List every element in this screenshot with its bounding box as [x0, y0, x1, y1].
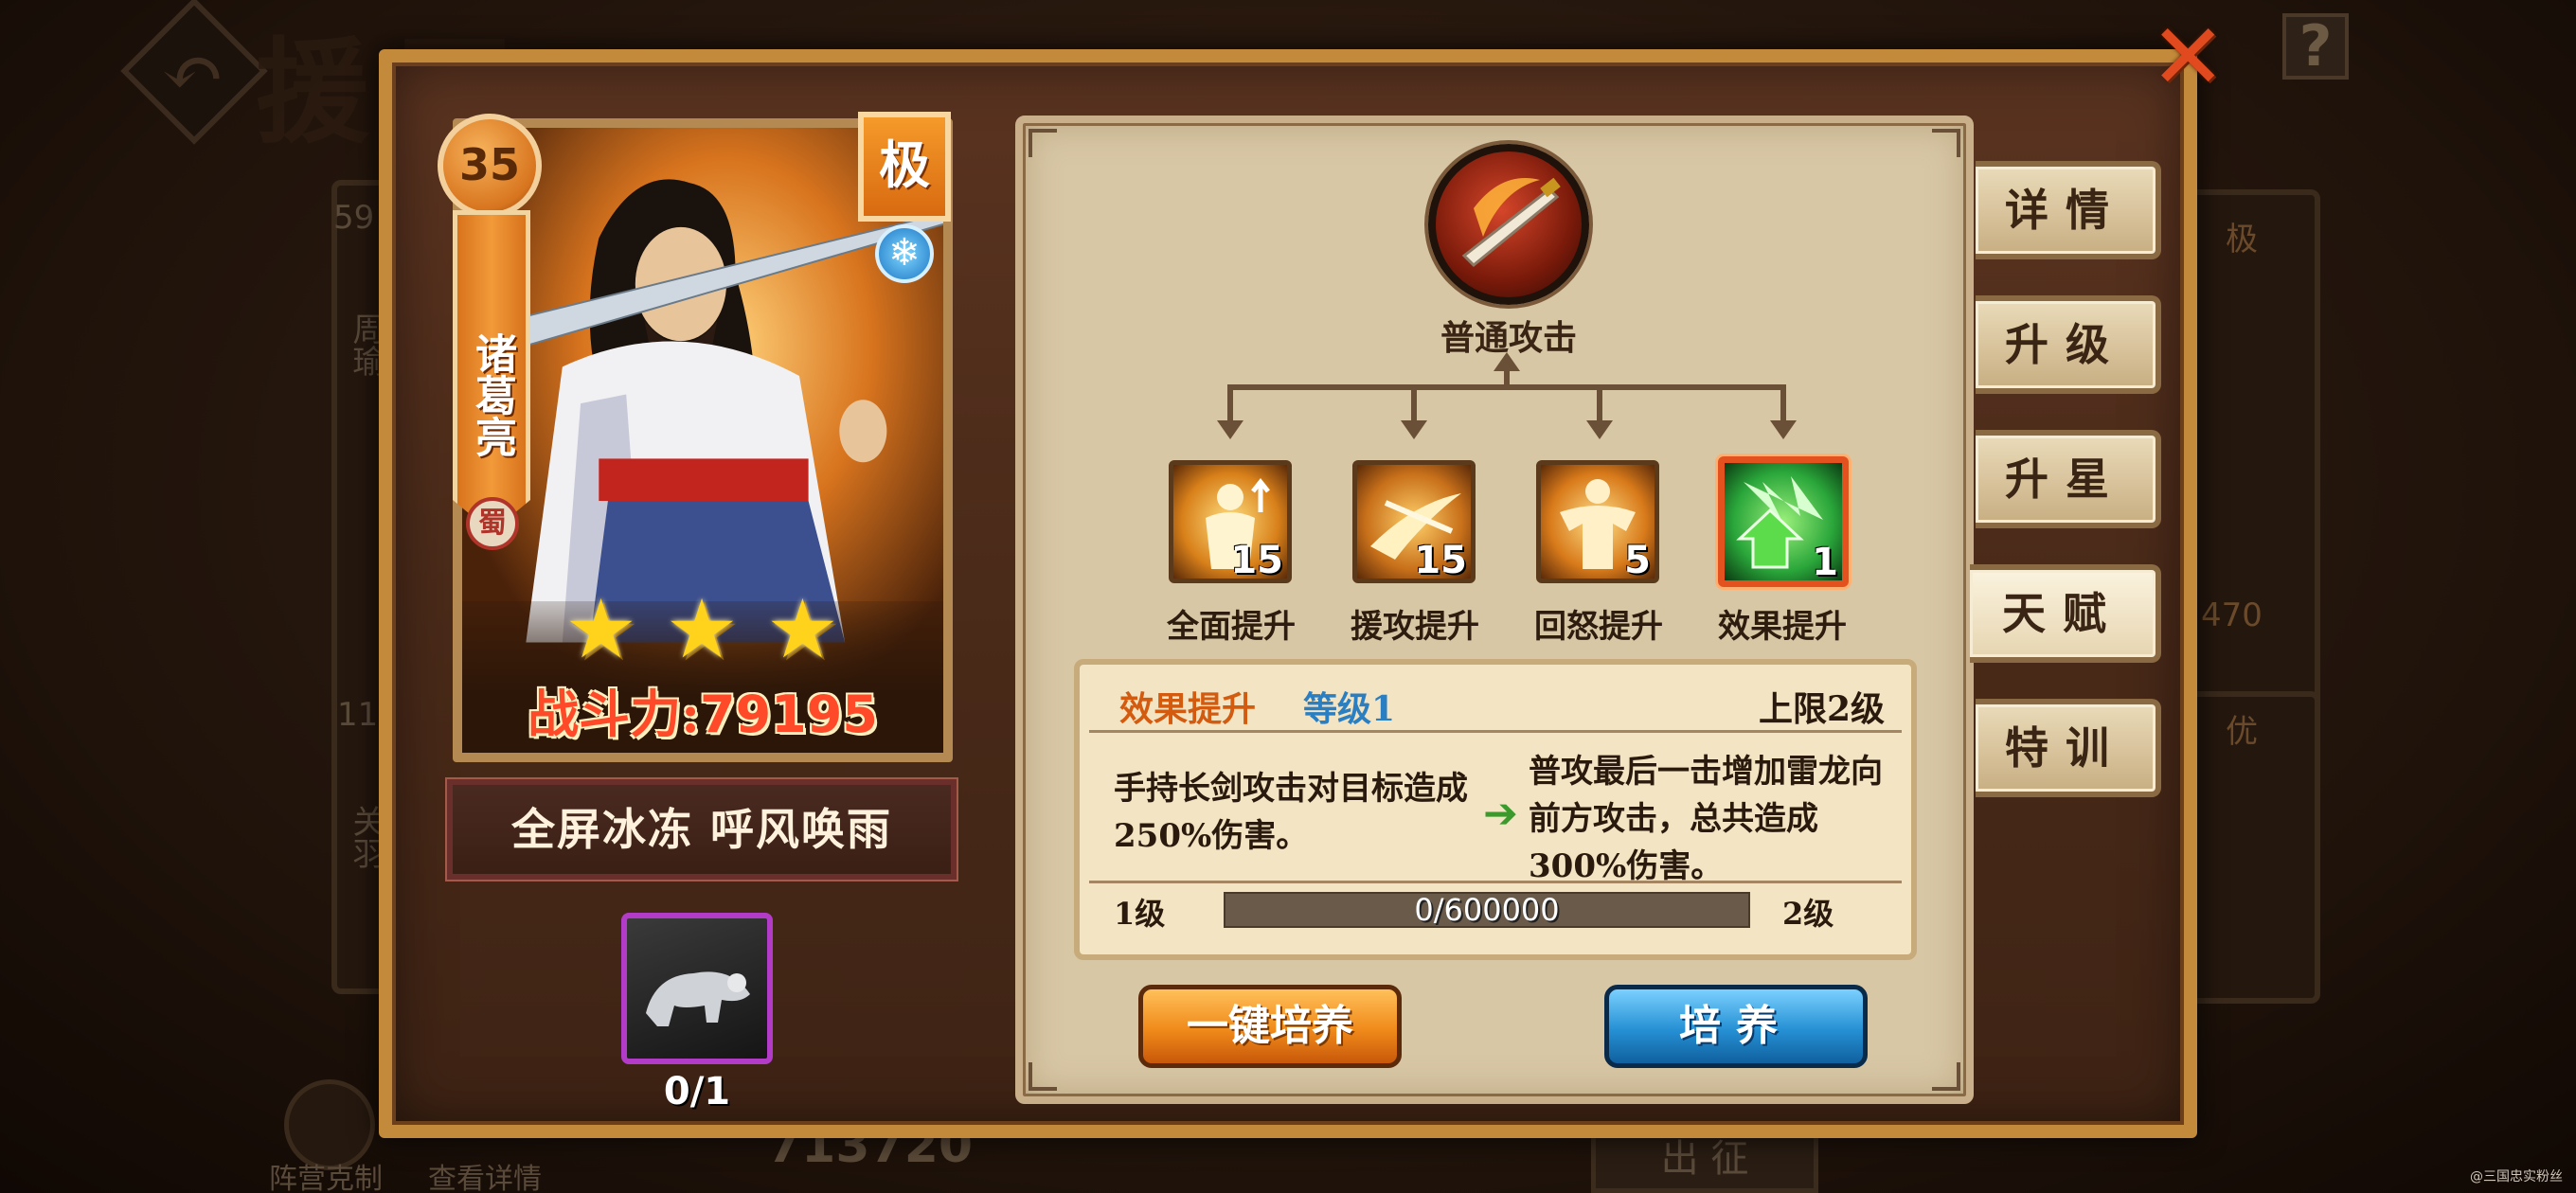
- detail-talent-name: 效果提升: [1119, 689, 1257, 729]
- list-card-level: 59: [333, 199, 375, 237]
- right-hero-card[interactable]: [2188, 189, 2320, 720]
- star-rating: ★ ★ ★: [564, 589, 839, 670]
- beast-item-icon: [646, 971, 750, 1026]
- faction-badge: 蜀: [466, 497, 519, 550]
- faction-counter-label[interactable]: 阵营克制: [269, 1155, 383, 1193]
- game-screen: { "background": { "page_title": "援军", "l…: [0, 0, 2576, 1193]
- talent-node-rage-boost[interactable]: 5: [1536, 460, 1659, 583]
- tree-connector: [1227, 384, 1786, 390]
- tab-level-up[interactable]: 升级: [1976, 295, 2161, 394]
- hero-power: 战斗力:79195: [453, 672, 953, 747]
- tab-details[interactable]: 详情: [1976, 161, 2161, 259]
- talent-node-effect-boost[interactable]: 1: [1718, 456, 1849, 587]
- panel-corner-ornament: [1932, 129, 1960, 157]
- talent-label: 效果提升: [1718, 608, 1847, 646]
- tree-connector: [1780, 384, 1786, 422]
- list-card-level: 11: [337, 696, 379, 734]
- hero-skills-text: 全屏冰冻 呼风唤雨: [445, 777, 958, 881]
- right-card-rank: 优: [2226, 713, 2258, 751]
- item-count: 0/1: [663, 1070, 731, 1113]
- hero-level-badge: 35: [438, 114, 542, 218]
- progress-next-level: 2级: [1782, 896, 1834, 932]
- panel-corner-ornament: [1029, 129, 1057, 157]
- right-card-rank: 极: [2226, 221, 2258, 258]
- panel-corner-ornament: [1029, 1062, 1057, 1091]
- tab-star-up[interactable]: 升星: [1976, 430, 2161, 528]
- progress-bar: 0/600000: [1224, 892, 1750, 928]
- tree-arrow: [1401, 420, 1427, 439]
- star-icon: ★: [564, 582, 638, 677]
- talent-label: 全面提升: [1167, 608, 1296, 646]
- back-arrow-icon: ↶: [161, 28, 225, 116]
- one-click-train-button[interactable]: 一键培养: [1138, 985, 1402, 1068]
- tree-connector: [1227, 384, 1233, 422]
- tree-arrow: [1770, 420, 1797, 439]
- help-button[interactable]: ?: [2282, 13, 2349, 80]
- star-icon: ★: [765, 582, 839, 677]
- talent-node-assist-boost[interactable]: 15: [1352, 460, 1476, 583]
- tab-special-training[interactable]: 特训: [1976, 699, 2161, 797]
- talent-node-full-boost[interactable]: 15: [1169, 460, 1292, 583]
- normal-attack-skill-icon[interactable]: [1428, 144, 1589, 305]
- progress-current-level: 1级: [1114, 896, 1166, 932]
- tab-talent[interactable]: 天赋: [1970, 564, 2161, 663]
- rank-badge: 极: [858, 112, 951, 222]
- talent-level: 15: [1414, 539, 1467, 582]
- train-button[interactable]: 培养: [1604, 985, 1868, 1068]
- hero-name-banner: 诸葛亮: [453, 210, 530, 532]
- talent-label: 回怒提升: [1534, 608, 1663, 646]
- talent-level: 1: [1812, 541, 1838, 584]
- panel-corner-ornament: [1932, 1062, 1960, 1091]
- tree-arrow: [1494, 352, 1520, 371]
- tree-arrow: [1217, 420, 1243, 439]
- tree-connector: [1597, 384, 1602, 422]
- equipment-slot[interactable]: [621, 913, 773, 1064]
- talent-label: 援攻提升: [1351, 608, 1479, 646]
- current-effect-desc: 手持长剑攻击对目标造成250%伤害。: [1114, 770, 1468, 855]
- view-details-label[interactable]: 查看详情: [428, 1155, 542, 1193]
- detail-talent-level: 等级1: [1303, 689, 1396, 729]
- close-icon[interactable]: ✕: [2150, 11, 2226, 102]
- power-label: 战斗力:: [528, 684, 701, 744]
- progress-text: 0/600000: [1414, 892, 1560, 928]
- tree-arrow: [1586, 420, 1613, 439]
- tree-connector: [1411, 384, 1417, 422]
- right-card-power: 470: [2201, 596, 2263, 634]
- power-value: 79195: [700, 685, 878, 744]
- watermark: @三国忠实粉丝: [2470, 1169, 2563, 1184]
- next-effect-desc: 普攻最后一击增加雷龙向前方攻击，总共造成300%伤害。: [1529, 753, 1883, 885]
- talent-level: 5: [1624, 539, 1651, 582]
- arrow-right-icon: ➔: [1483, 790, 1518, 838]
- sword-slash-icon: [1461, 177, 1561, 268]
- detail-level-cap: 上限2级: [1758, 689, 1885, 729]
- snowflake-icon: ❄: [875, 224, 934, 283]
- talent-level: 15: [1230, 539, 1283, 582]
- star-icon: ★: [665, 582, 739, 677]
